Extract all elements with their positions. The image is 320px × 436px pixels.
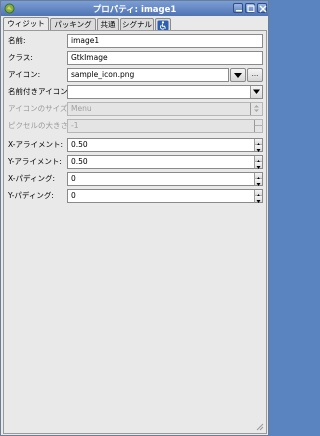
yalign-label: Y-アライメント: — [8, 157, 62, 166]
maximize-button[interactable] — [245, 3, 255, 13]
xalign-value: 0.50 — [71, 140, 88, 149]
arrow-down-icon — [256, 200, 261, 203]
xpad-spinner — [254, 173, 262, 186]
arrow-down-icon — [256, 166, 261, 169]
widget-properties-panel: 名前: image1 クラス: GtkImage アイコン: sample_ic… — [3, 30, 267, 434]
icon-dropdown-button[interactable] — [230, 68, 246, 82]
xpad-field[interactable]: 0 — [67, 172, 263, 186]
chevron-down-icon — [253, 89, 260, 94]
ypad-value: 0 — [71, 191, 76, 200]
chevron-down-icon — [234, 73, 242, 78]
icon-field[interactable]: sample_icon.png — [67, 68, 229, 82]
tab-widget[interactable]: ウィジット — [3, 17, 49, 31]
spin-down-button[interactable] — [255, 145, 262, 152]
icon-size-dropdown — [250, 103, 262, 115]
xalign-field[interactable]: 0.50 — [67, 138, 263, 152]
yalign-spinner — [254, 156, 262, 169]
arrow-down-icon — [256, 149, 261, 152]
close-icon — [259, 5, 267, 13]
name-field[interactable]: image1 — [67, 34, 263, 48]
xalign-label: X-アライメント: — [8, 140, 63, 149]
named-icon-combo[interactable] — [67, 85, 263, 99]
title-bar[interactable]: プロパティ: image1 — [1, 1, 268, 16]
spin-down-button[interactable] — [255, 162, 262, 169]
pixel-size-field: -1 — [67, 119, 263, 133]
window-title: プロパティ: image1 — [92, 5, 177, 15]
pixel-size-label: ピクセルの大きさ — [8, 121, 68, 130]
class-label: クラス: — [8, 53, 33, 62]
named-icon-label: 名前付きアイコン — [8, 87, 68, 96]
maximize-icon — [247, 5, 255, 13]
xpad-value: 0 — [71, 174, 76, 183]
name-label: 名前: — [8, 36, 26, 45]
ypad-spinner — [254, 190, 262, 203]
icon-size-value: Menu — [71, 104, 92, 113]
icon-browse-button[interactable]: ... — [247, 68, 263, 82]
pixel-size-value: -1 — [71, 121, 79, 130]
ypad-label: Y-パディング: — [8, 191, 54, 200]
icon-size-combo: Menu — [67, 102, 263, 116]
properties-window: プロパティ: image1 ウィジット パッキング 共通 シグナル 名前: im… — [0, 0, 269, 436]
class-field[interactable]: GtkImage — [67, 51, 263, 65]
spin-down-button[interactable] — [255, 179, 262, 186]
arrow-down-icon — [256, 183, 261, 186]
minimize-icon — [236, 10, 242, 12]
updown-icon — [254, 105, 259, 112]
icon-size-label: アイコンのサイズ — [8, 104, 68, 113]
close-button[interactable] — [257, 3, 267, 13]
resize-grip-icon[interactable] — [254, 421, 264, 431]
minimize-button[interactable] — [233, 3, 243, 13]
xpad-label: X-パディング: — [8, 174, 55, 183]
yalign-field[interactable]: 0.50 — [67, 155, 263, 169]
ypad-field[interactable]: 0 — [67, 189, 263, 203]
xalign-spinner — [254, 139, 262, 152]
named-icon-dropdown[interactable] — [250, 86, 262, 98]
icon-label: アイコン: — [8, 70, 41, 79]
spin-down-button — [255, 126, 262, 132]
spin-down-button[interactable] — [255, 196, 262, 203]
pixel-size-spinner — [254, 120, 262, 132]
yalign-value: 0.50 — [71, 157, 88, 166]
property-tabs: ウィジット パッキング 共通 シグナル — [3, 17, 267, 31]
